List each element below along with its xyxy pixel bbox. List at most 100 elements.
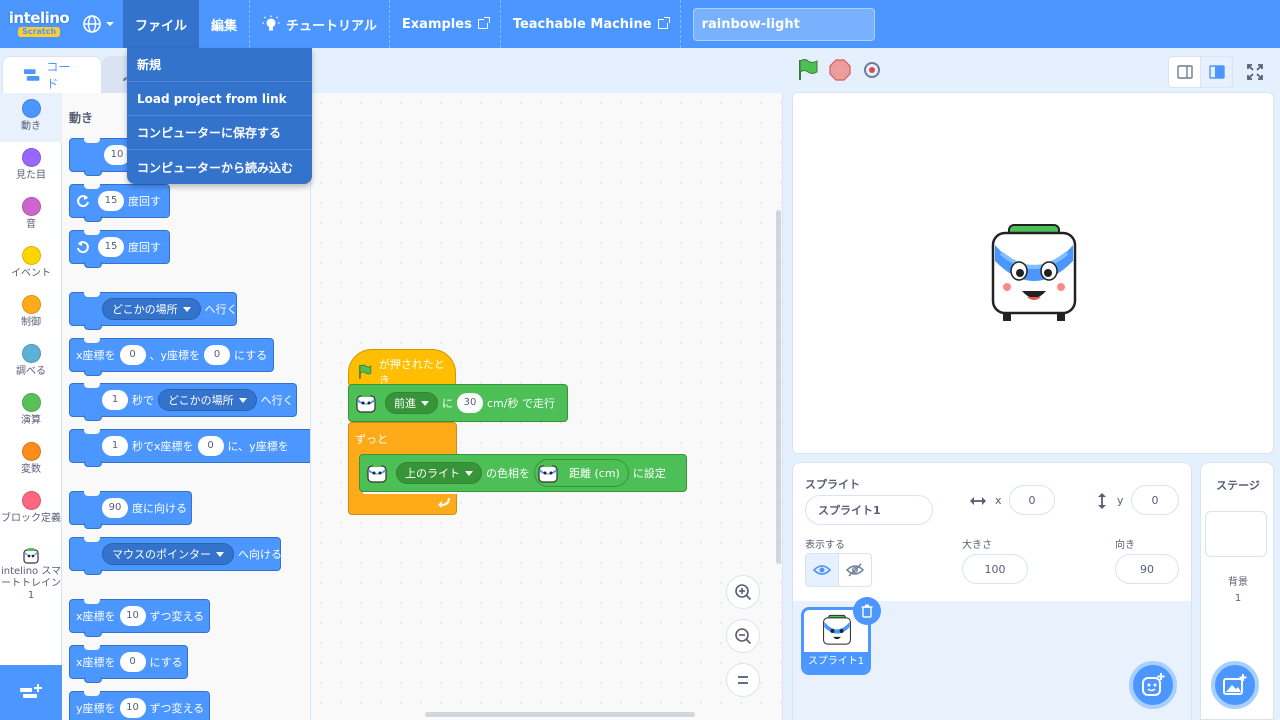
small-stage-button[interactable] (1168, 56, 1201, 88)
zoom-in-button[interactable] (726, 575, 760, 609)
delete-sprite-button[interactable] (853, 597, 881, 625)
block-input-degrees[interactable]: 15 (98, 191, 124, 211)
category-operators[interactable]: 演算 (0, 387, 62, 436)
block-change-y[interactable]: y座標を 10 ずつ変える (69, 691, 210, 720)
block-text: 秒で (132, 394, 154, 407)
block-dropdown-target[interactable]: マウスのポインター (102, 543, 234, 565)
block-glide-to-xy[interactable]: 1 秒でx座標を 0 に、y座標を (69, 429, 310, 467)
control-dot-icon (21, 295, 41, 314)
stage-canvas[interactable] (792, 92, 1274, 454)
block-input-seconds[interactable]: 1 (102, 436, 128, 456)
language-menu[interactable] (74, 0, 123, 48)
size-input[interactable] (962, 554, 1028, 584)
eye-slash-icon (846, 563, 864, 577)
show-sprite-button[interactable] (805, 553, 839, 587)
block-dropdown-target[interactable]: どこかの場所 (158, 389, 257, 411)
block-turn-right[interactable]: 15 度回す (69, 184, 170, 222)
category-label: ブロック定義 (1, 513, 61, 524)
block-text: y座標を (76, 702, 116, 715)
block-input-direction[interactable]: 90 (102, 498, 128, 518)
block-dropdown-light[interactable]: 上のライト (396, 462, 482, 484)
menu-item-save-to-computer[interactable]: コンピューターに保存する (127, 116, 312, 150)
direction-input[interactable] (1115, 554, 1179, 584)
category-control[interactable]: 制御 (0, 289, 62, 338)
edit-menu[interactable]: 編集 (199, 0, 249, 48)
fullscreen-button[interactable] (1240, 56, 1270, 88)
block-input-y[interactable]: 0 (204, 345, 231, 365)
tab-code-label: コード (46, 60, 71, 91)
horizontal-scrollbar[interactable] (425, 712, 695, 717)
category-events[interactable]: イベント (0, 240, 62, 289)
block-input-x[interactable]: 0 (119, 652, 146, 672)
stage-selector-pane[interactable]: ステージ 背景 1 (1200, 462, 1274, 720)
category-intelino-train[interactable]: intelino スマートトレイン 1 (0, 540, 62, 610)
block-dropdown-direction[interactable]: 前進 (385, 392, 438, 414)
my-blocks-dot-icon (21, 491, 41, 510)
project-title-input[interactable] (692, 7, 875, 41)
menu-item-load-from-link[interactable]: Load project from link (127, 82, 312, 116)
block-text: x座標を (76, 349, 116, 362)
category-label: 調べる (16, 366, 46, 377)
block-train-move[interactable]: 前進 に 30 cm/秒 で走行 (348, 384, 568, 422)
large-stage-icon (1208, 65, 1225, 79)
large-stage-button[interactable] (1200, 56, 1233, 88)
block-point-in-direction[interactable]: 90 度に向ける (69, 491, 192, 529)
backdrop-label: 背景 (1228, 577, 1248, 588)
block-input-seconds[interactable]: 1 (102, 390, 128, 410)
train-sprite[interactable] (989, 221, 1079, 325)
stop-button[interactable] (829, 59, 851, 81)
block-when-flag-clicked[interactable]: が押されたとき (348, 349, 456, 387)
menu-item-new[interactable]: 新規 (127, 48, 312, 82)
block-set-x[interactable]: x座標を 0 にする (69, 645, 188, 683)
equals-icon (738, 676, 748, 684)
category-sensing[interactable]: 調べる (0, 338, 62, 387)
dropdown-caret-icon (182, 306, 191, 312)
block-input-x[interactable]: 0 (197, 436, 224, 456)
x-position-input[interactable] (1009, 485, 1055, 515)
block-input-degrees[interactable]: 15 (98, 237, 124, 257)
category-variables[interactable]: 変数 (0, 436, 62, 485)
hide-sprite-button[interactable] (838, 553, 872, 587)
block-set-light-hue[interactable]: 上のライト の色相を 距離 (cm) に設定 (359, 454, 687, 492)
add-backdrop-button[interactable] (1211, 661, 1259, 709)
train-robot-icon (23, 548, 39, 564)
green-flag-button[interactable] (796, 58, 820, 82)
script-workspace[interactable]: ずっと が押されたとき 前進 に 30 cm/秒 で走行 上のライト の色相を … (311, 93, 783, 720)
vertical-scrollbar[interactable] (776, 210, 781, 564)
teachable-machine-link[interactable]: Teachable Machine (501, 0, 680, 48)
y-position-input[interactable] (1131, 485, 1179, 515)
block-dropdown-target[interactable]: どこかの場所 (102, 298, 201, 320)
block-input-dy[interactable]: 10 (119, 698, 146, 718)
block-input-dx[interactable]: 10 (119, 606, 146, 626)
block-glide-to[interactable]: 1 秒で どこかの場所 へ行く (69, 383, 297, 421)
category-looks[interactable]: 見た目 (0, 142, 62, 191)
add-sprite-button[interactable] (1129, 661, 1177, 709)
block-go-to[interactable]: どこかの場所 へ行く (69, 292, 238, 330)
file-menu[interactable]: ファイル (123, 0, 200, 48)
zoom-reset-button[interactable] (726, 663, 760, 697)
block-input-x[interactable]: 0 (119, 345, 146, 365)
palette-section-title: 動き (69, 111, 94, 125)
tutorials-button[interactable]: チュートリアル (250, 0, 389, 48)
category-my-blocks[interactable]: ブロック定義 (0, 485, 62, 540)
add-extension-button[interactable] (0, 665, 62, 720)
menu-item-load-from-computer[interactable]: コンピューターから読み込む (127, 150, 312, 184)
block-go-to-xy[interactable]: x座標を 0 、y座標を 0 にする (69, 338, 274, 376)
block-input-speed[interactable]: 30 (457, 393, 483, 413)
stage-thumbnail[interactable] (1205, 511, 1267, 557)
events-dot-icon (21, 246, 41, 265)
tab-code[interactable]: コード (2, 56, 102, 93)
train-robot-icon (356, 393, 376, 413)
record-button[interactable] (864, 62, 880, 78)
category-motion[interactable]: 動き (0, 93, 62, 142)
category-sound[interactable]: 音 (0, 191, 62, 240)
intelino-logo[interactable]: intelino Scratch (4, 0, 74, 48)
zoom-out-button[interactable] (726, 619, 760, 653)
block-turn-left[interactable]: 15 度回す (69, 230, 170, 268)
reporter-distance[interactable]: 距離 (cm) (534, 459, 629, 487)
block-text: 秒でx座標を (132, 440, 194, 453)
block-change-x[interactable]: x座標を 10 ずつ変える (69, 599, 210, 637)
block-point-towards[interactable]: マウスのポインター へ向ける (69, 537, 282, 575)
sprite-name-input[interactable] (805, 495, 933, 525)
examples-link[interactable]: Examples (390, 0, 500, 48)
